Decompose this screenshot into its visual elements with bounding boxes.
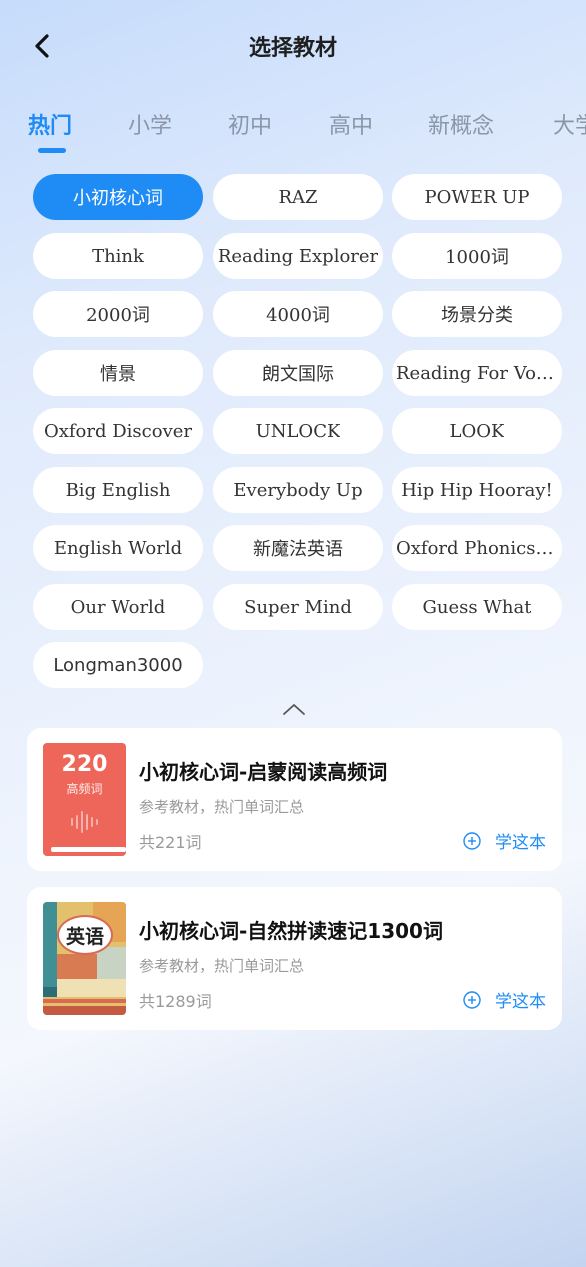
chip-power-up[interactable]: POWER UP <box>392 174 562 220</box>
chip-1000-words[interactable]: 1000词 <box>392 233 562 279</box>
chip-raz[interactable]: RAZ <box>213 174 383 220</box>
tab-junior[interactable]: 初中 <box>228 108 272 140</box>
cover-page-edge <box>51 847 126 852</box>
tab-indicator <box>38 148 66 153</box>
plus-circle-icon <box>463 990 481 1009</box>
tab-hot[interactable]: 热门 <box>28 108 72 140</box>
chip-longman3000[interactable]: Longman3000 <box>33 642 203 688</box>
book-cover: 220 高频词 <box>43 743 126 856</box>
tab-university[interactable]: 大学 <box>553 108 586 140</box>
chip-unlock[interactable]: UNLOCK <box>213 408 383 454</box>
chip-think[interactable]: Think <box>33 233 203 279</box>
tab-senior[interactable]: 高中 <box>329 108 373 140</box>
chip-4000-words[interactable]: 4000词 <box>213 291 383 337</box>
chevron-up-icon <box>283 704 305 715</box>
page-title: 选择教材 <box>248 36 337 61</box>
chip-our-world[interactable]: Our World <box>33 584 203 630</box>
book-card[interactable]: 220 高频词 小初核心词-启蒙阅读高频词 参考教材，热门单词汇总 共221词 … <box>27 728 562 871</box>
chip-new-magic-english[interactable]: 新魔法英语 <box>213 525 383 571</box>
learn-this-label: 学这本 <box>495 992 546 1012</box>
learn-this-button[interactable]: 学这本 <box>463 828 546 853</box>
tab-new-concept[interactable]: 新概念 <box>428 108 494 140</box>
chip-reading-explorer[interactable]: Reading Explorer <box>213 233 383 279</box>
book-title: 小初核心词-启蒙阅读高频词 <box>139 760 388 784</box>
word-count: 共1289词 <box>139 992 212 1011</box>
chip-big-english[interactable]: Big English <box>33 467 203 513</box>
chip-2000-words[interactable]: 2000词 <box>33 291 203 337</box>
book-subtitle: 参考教材，热门单词汇总 <box>139 798 305 816</box>
tab-primary[interactable]: 小学 <box>128 108 172 140</box>
cover-number: 220 <box>61 752 108 777</box>
collapse-button[interactable] <box>281 698 307 720</box>
cover-badge: 英语 <box>57 915 113 955</box>
word-count: 共221词 <box>139 833 202 852</box>
category-tabs: 热门 小学 初中 高中 新概念 大学 <box>0 108 586 160</box>
chip-core-words[interactable]: 小初核心词 <box>33 174 203 220</box>
chip-reading-for-vocabulary[interactable]: Reading For Vocabulary <box>392 350 562 396</box>
chip-look[interactable]: LOOK <box>392 408 562 454</box>
chip-guess-what[interactable]: Guess What <box>392 584 562 630</box>
chip-super-mind[interactable]: Super Mind <box>213 584 383 630</box>
cover-label: 高频词 <box>66 782 103 796</box>
book-cover: 英语 <box>43 902 126 1015</box>
book-subtitle: 参考教材，热门单词汇总 <box>139 957 305 975</box>
sound-wave-icon <box>71 811 98 833</box>
book-card[interactable]: 英语 小初核心词-自然拼读速记1300词 参考教材，热门单词汇总 共1289词 … <box>27 887 562 1030</box>
plus-circle-icon <box>463 831 481 850</box>
learn-this-button[interactable]: 学这本 <box>463 987 546 1012</box>
chip-scene-category[interactable]: 场景分类 <box>392 291 562 337</box>
chip-hip-hip-hooray[interactable]: Hip Hip Hooray! <box>392 467 562 513</box>
chip-everybody-up[interactable]: Everybody Up <box>213 467 383 513</box>
book-title: 小初核心词-自然拼读速记1300词 <box>139 919 443 943</box>
learn-this-label: 学这本 <box>495 833 546 853</box>
chip-oxford-discover[interactable]: Oxford Discover <box>33 408 203 454</box>
header: 选择教材 <box>0 0 586 96</box>
chip-situation[interactable]: 情景 <box>33 350 203 396</box>
chip-longman-intl[interactable]: 朗文国际 <box>213 350 383 396</box>
chip-oxford-phonics[interactable]: Oxford Phonics World <box>392 525 562 571</box>
chip-english-world[interactable]: English World <box>33 525 203 571</box>
